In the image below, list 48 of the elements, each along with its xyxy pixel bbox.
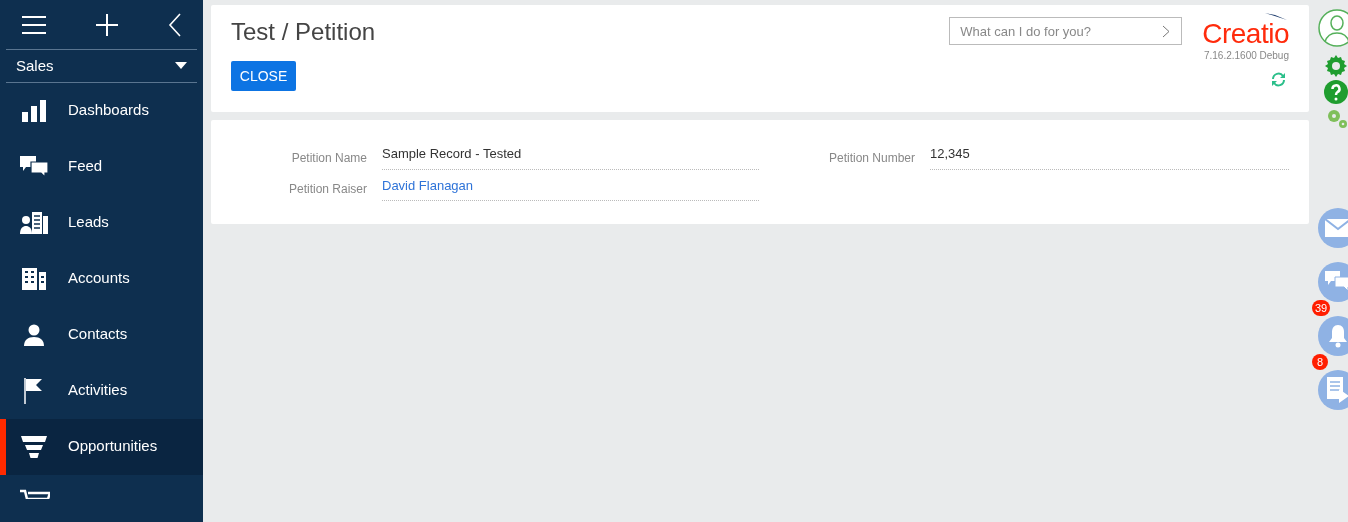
workplace-label: Sales <box>16 55 54 76</box>
sidebar-item[interactable]: Opportunities <box>0 418 203 475</box>
search-field[interactable]: What can I do for you? <box>949 17 1183 45</box>
notification-badge: 8 <box>1312 354 1328 370</box>
settings-icon[interactable] <box>1324 54 1348 78</box>
chat-bubbles-icon <box>1325 271 1348 293</box>
field-value-link[interactable]: David Flanagan <box>382 175 759 201</box>
gears-icon[interactable] <box>1326 108 1348 130</box>
logo: Creatio <box>1202 20 1289 48</box>
dropdown-icon <box>175 62 187 70</box>
sidebar-item[interactable]: Activities <box>0 362 203 419</box>
sidebar-item[interactable]: Dashboards <box>0 82 203 139</box>
page-title: Test / Petition <box>231 17 376 47</box>
notification-badge: 39 <box>1312 300 1331 316</box>
field-label: Petition Raiser <box>287 181 367 198</box>
chevron-right-icon[interactable] <box>1162 25 1171 38</box>
person-building-icon <box>20 211 48 234</box>
rail-button[interactable] <box>1318 316 1348 356</box>
building-icon <box>22 267 46 290</box>
menu-icon[interactable] <box>22 15 46 34</box>
logo-swoosh-icon <box>1265 13 1287 20</box>
collapse-icon[interactable] <box>168 12 181 37</box>
sidebar-item[interactable]: Feed <box>0 138 203 195</box>
field-label: Petition Number <box>827 149 915 167</box>
rail-button[interactable] <box>1318 262 1348 302</box>
sidebar-item[interactable]: Contacts <box>0 306 203 363</box>
user-avatar-icon[interactable] <box>1318 8 1348 48</box>
sidebar-item[interactable]: Leads <box>0 194 203 251</box>
flag-icon <box>24 377 44 404</box>
bell-icon <box>1328 324 1348 348</box>
field-value: 12,345 <box>930 144 1289 170</box>
funnel-icon <box>21 435 47 458</box>
sidebar-item[interactable]: Accounts <box>0 250 203 307</box>
rail-button[interactable] <box>1318 208 1348 248</box>
plus-icon[interactable] <box>96 13 118 36</box>
help-icon[interactable] <box>1324 80 1348 104</box>
envelope-icon <box>1325 219 1348 237</box>
version-label: 7.16.2.1600 Debug <box>1203 49 1289 63</box>
field-value: Sample Record - Tested <box>382 144 759 170</box>
document-icon <box>1327 377 1348 403</box>
workplace-selector[interactable]: Sales <box>6 49 197 83</box>
person-icon <box>24 323 44 346</box>
field-label: Petition Name <box>290 149 367 167</box>
chat-bubbles-icon <box>20 155 48 178</box>
bar-chart-icon <box>22 99 46 122</box>
refresh-icon[interactable] <box>1270 71 1287 88</box>
close-button[interactable]: CLOSE <box>231 61 296 91</box>
rail-button[interactable] <box>1318 370 1348 410</box>
